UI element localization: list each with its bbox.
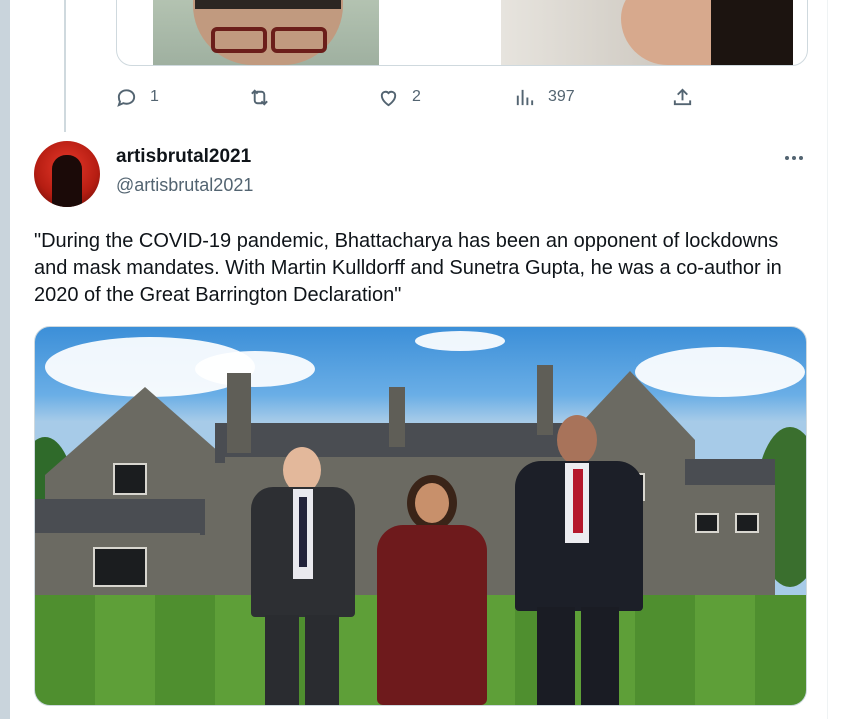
tweet-text: "During the COVID-19 pandemic, Bhattacha…: [34, 230, 782, 306]
person-left: [243, 447, 361, 705]
more-icon-dot: [792, 156, 796, 160]
user-handle[interactable]: @artisbrutal2021: [116, 175, 253, 196]
like-icon: [380, 90, 397, 106]
views-button[interactable]: 397: [513, 82, 575, 112]
reply-count: 1: [150, 88, 159, 105]
thread-connector-line: [64, 0, 66, 132]
like-count: 2: [412, 88, 421, 105]
house-window: [93, 547, 147, 587]
more-icon: [785, 156, 789, 160]
previous-tweet-photo-right[interactable]: [501, 0, 793, 65]
share-button[interactable]: [671, 82, 694, 112]
left-rail: [0, 0, 10, 719]
person-right: [511, 415, 647, 705]
reply-icon: [117, 88, 136, 107]
person-center: [371, 475, 493, 705]
previous-tweet-photo-left[interactable]: [153, 0, 379, 65]
retweet-button[interactable]: [248, 82, 283, 112]
share-icon: [673, 87, 692, 105]
house-right-wing: [685, 485, 775, 595]
right-gutter: [828, 0, 843, 719]
chimney: [227, 373, 251, 453]
house-window: [113, 463, 147, 495]
more-options-button[interactable]: [780, 148, 808, 168]
cloud: [195, 351, 315, 387]
retweet-icon: [251, 88, 268, 106]
display-name[interactable]: artisbrutal2021: [116, 146, 251, 168]
more-icon-dot: [799, 156, 803, 160]
cloud: [635, 347, 805, 397]
like-button[interactable]: 2: [377, 82, 421, 112]
porch-roof: [35, 499, 205, 535]
previous-tweet-action-bar: 1 2 397: [115, 82, 805, 112]
cloud: [415, 331, 505, 351]
reply-button[interactable]: 1: [115, 82, 159, 112]
avatar[interactable]: [34, 141, 100, 207]
chimney: [389, 387, 405, 447]
tweet-photo[interactable]: [34, 326, 807, 706]
views-icon: [516, 89, 534, 105]
house-window: [695, 513, 719, 533]
views-count: 397: [548, 88, 575, 105]
house-window: [735, 513, 759, 533]
previous-tweet-media[interactable]: [116, 0, 808, 66]
avatar-figure: [52, 155, 82, 207]
